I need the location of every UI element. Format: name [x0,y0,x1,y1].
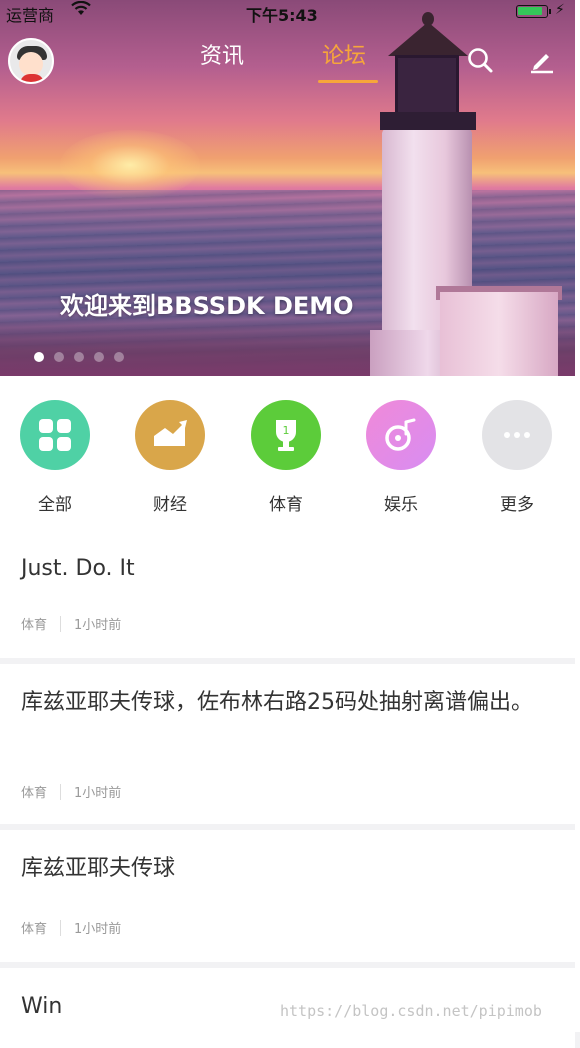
category-bar: 全部 财经 1 体育 娱乐 更多 [0,376,575,530]
post-category: 体育 [21,786,48,801]
category-finance[interactable]: 财经 [120,400,220,515]
avatar[interactable] [8,38,54,84]
status-bar: 运营商 下午5:43 ⚡ [0,0,580,25]
search-icon[interactable] [466,46,494,74]
carousel-dot[interactable] [94,352,104,362]
meta-divider [60,783,62,800]
banner-title: 欢迎来到BBSSDK DEMO [60,292,354,320]
avatar-face [19,52,43,76]
post-title: 库兹亚耶夫传球，佐布林右路25码处抽射离谱偏出。 [21,690,533,715]
tab-news[interactable]: 资讯 [200,38,244,70]
charging-icon: ⚡ [555,2,565,18]
battery-cap [549,9,551,14]
category-label: 全部 [38,495,72,515]
category-label: 更多 [500,495,534,515]
post-item[interactable]: 库兹亚耶夫传球 体育 1小时前 [0,830,575,962]
post-time: 1小时前 [74,922,122,937]
post-title: Just. Do. It [21,556,135,581]
post-item[interactable]: 库兹亚耶夫传球，佐布林右路25码处抽射离谱偏出。 体育 1小时前 [0,664,575,824]
more-icon [482,400,552,470]
grid-icon [20,400,90,470]
carousel-dot[interactable] [114,352,124,362]
category-sports[interactable]: 1 体育 [236,400,336,515]
trophy-icon: 1 [251,400,321,470]
battery-icon [516,5,548,18]
category-more[interactable]: 更多 [467,400,567,515]
edit-icon[interactable] [528,46,556,74]
lighthouse-lantern [395,55,459,117]
carousel-dots[interactable] [34,352,124,362]
meta-divider [60,919,62,936]
post-meta: 体育 1小时前 [21,782,121,801]
post-category: 体育 [21,618,48,633]
category-label: 娱乐 [384,495,418,515]
category-label: 财经 [153,495,187,515]
post-item[interactable]: Just. Do. It 体育 1小时前 [0,530,575,658]
category-all[interactable]: 全部 [5,400,105,515]
post-title: 库兹亚耶夫传球 [21,856,176,881]
category-label: 体育 [269,495,303,515]
clock: 下午5:43 [246,6,318,25]
post-time: 1小时前 [74,618,122,633]
keeper-house [440,292,558,376]
meta-divider [60,615,62,632]
post-category: 体育 [21,922,48,937]
post-time: 1小时前 [74,786,122,801]
wifi-icon [70,0,92,21]
watermark: https://blog.csdn.net/pipimob [280,1002,542,1020]
trend-chart-icon [135,400,205,470]
edge-strip [575,0,580,1032]
battery-level [518,7,542,15]
carrier-label: 运营商 [6,6,55,25]
lighthouse-gallery [380,112,476,130]
svg-text:1: 1 [283,424,290,437]
active-tab-indicator [318,80,378,83]
post-meta: 体育 1小时前 [21,614,121,633]
carousel-dot[interactable] [54,352,64,362]
post-meta: 体育 1小时前 [21,918,121,937]
music-disc-icon [366,400,436,470]
lighthouse-roof [388,22,468,56]
carousel-dot[interactable] [34,352,44,362]
carousel-dot[interactable] [74,352,84,362]
category-entertainment[interactable]: 娱乐 [351,400,451,515]
tab-forum[interactable]: 论坛 [322,38,366,70]
post-list: Just. Do. It 体育 1小时前 库兹亚耶夫传球，佐布林右路25码处抽射… [0,530,575,1048]
